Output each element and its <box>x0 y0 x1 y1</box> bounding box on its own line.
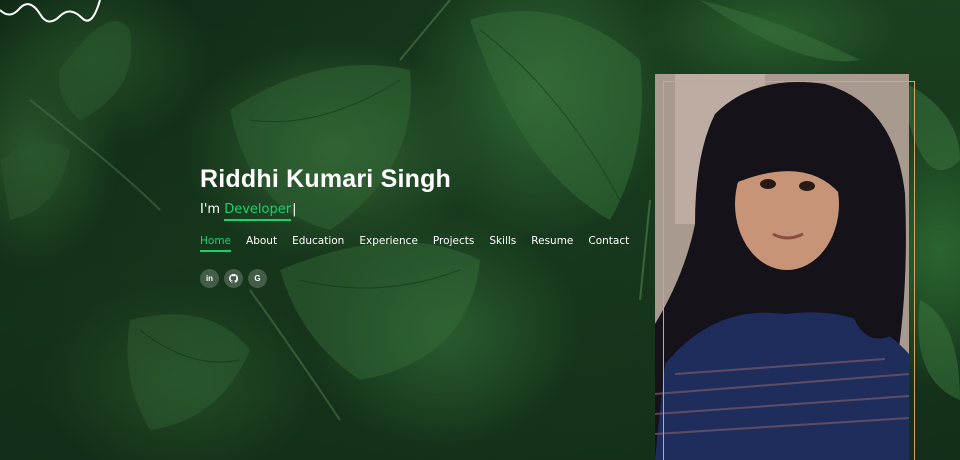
nav-contact[interactable]: Contact <box>588 235 629 252</box>
google-icon[interactable]: G <box>248 269 267 288</box>
main-nav: Home About Education Experience Projects… <box>200 235 629 252</box>
intro-block: Riddhi Kumari Singh I'm Developer| <box>200 165 452 221</box>
nav-experience[interactable]: Experience <box>359 235 418 252</box>
github-glyph <box>229 274 238 283</box>
role-prefix: I'm <box>200 202 221 217</box>
role-typed-text: Developer <box>224 202 292 221</box>
profile-name: Riddhi Kumari Singh <box>200 165 452 193</box>
nav-resume[interactable]: Resume <box>531 235 573 252</box>
social-links: in G <box>200 269 267 288</box>
linkedin-icon[interactable]: in <box>200 269 219 288</box>
squiggle-decoration <box>0 0 101 23</box>
nav-about[interactable]: About <box>246 235 277 252</box>
nav-home[interactable]: Home <box>200 235 232 252</box>
nav-skills[interactable]: Skills <box>489 235 516 252</box>
typing-cursor: | <box>292 202 297 217</box>
nav-projects[interactable]: Projects <box>433 235 474 252</box>
hero-section: Riddhi Kumari Singh I'm Developer| Home … <box>0 0 960 460</box>
photo-frame-border <box>663 81 915 460</box>
nav-education[interactable]: Education <box>292 235 344 252</box>
github-icon[interactable] <box>224 269 243 288</box>
role-line: I'm Developer| <box>200 202 451 221</box>
